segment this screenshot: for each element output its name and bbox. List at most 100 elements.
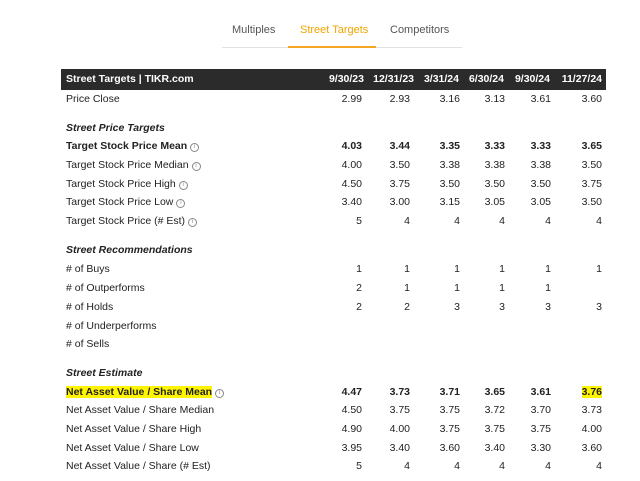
row-label-text: Net Asset Value / Share (# Est) — [66, 460, 211, 472]
table-row: Target Stock Price (# Est) i 5 4 4 4 4 4 — [0, 213, 640, 232]
table-cell: 3.05 — [530, 196, 551, 208]
info-icon[interactable]: i — [215, 389, 225, 398]
table-cell: 3.40 — [484, 442, 505, 454]
info-icon[interactable]: i — [190, 143, 200, 152]
table-cell: 3 — [499, 301, 505, 313]
table-cell: 4.90 — [341, 423, 362, 435]
row-label-text: # of Holds — [66, 301, 114, 313]
table-row: Price Close 2.99 2.93 3.16 3.13 3.61 3.60 — [0, 91, 640, 110]
table-cell: 4 — [454, 215, 460, 227]
tab-street-targets[interactable]: Street Targets — [300, 24, 368, 36]
table-row: Target Stock Price Low i 3.40 3.00 3.15 3.05 3… — [0, 194, 640, 213]
table-cell: 3.75 — [439, 423, 460, 435]
table-cell: 3.65 — [581, 140, 602, 152]
info-icon[interactable]: i — [178, 181, 188, 190]
table-cell: 3.33 — [484, 140, 505, 152]
table-cell: 4.00 — [389, 423, 410, 435]
row-label: Target Stock Price Median i — [66, 159, 201, 171]
table-cell: 2 — [404, 301, 410, 313]
highlighted-value: 3.76 — [581, 386, 602, 398]
table-cell: 3.50 — [484, 178, 505, 190]
active-tab-indicator — [288, 46, 376, 48]
table-cell: 4 — [499, 215, 505, 227]
column-header-date: 11/27/24 — [561, 73, 602, 85]
row-label: Price Close — [66, 93, 120, 105]
row-label: # of Outperforms — [66, 282, 145, 294]
table-cell: 1 — [545, 282, 551, 294]
tab-competitors[interactable]: Competitors — [390, 24, 449, 36]
column-header-date: 3/31/24 — [423, 73, 459, 85]
table-cell: 3.40 — [341, 196, 362, 208]
table-cell: 5 — [356, 215, 362, 227]
table-row: # of Outperforms 2 1 1 1 1 — [0, 280, 640, 299]
table-cell: 3.61 — [530, 386, 551, 398]
table-cell: 3.50 — [581, 159, 602, 171]
column-header-date: 9/30/23 — [328, 73, 364, 85]
table-cell: 1 — [404, 263, 410, 275]
table-row: Target Stock Price High i 4.50 3.75 3.50 3.50… — [0, 176, 640, 195]
table-cell: 2.99 — [341, 93, 362, 105]
table-cell: 1 — [499, 282, 505, 294]
table-cell: 3 — [596, 301, 602, 313]
table-cell: 3.75 — [389, 404, 410, 416]
table-cell: 4 — [404, 460, 410, 472]
table-cell: 3.15 — [439, 196, 460, 208]
table-cell: 4 — [404, 215, 410, 227]
row-label-text: Net Asset Value / Share High — [66, 423, 202, 435]
table-cell: 3.95 — [341, 442, 362, 454]
section-header: Street Price Targets — [0, 120, 640, 139]
info-icon[interactable]: i — [191, 162, 201, 171]
row-label-text: # of Buys — [66, 263, 110, 275]
info-icon[interactable]: i — [188, 218, 198, 227]
table-cell: 3.60 — [581, 93, 602, 105]
table-cell: 1 — [404, 282, 410, 294]
row-label-text: Target Stock Price (# Est) — [66, 215, 186, 227]
table-cell: 2 — [356, 282, 362, 294]
table-row: Net Asset Value / Share (# Est) 5 4 4 4 4 4 — [0, 458, 640, 477]
table-cell: 3.50 — [389, 159, 410, 171]
row-label-text: Net Asset Value / Share Mean — [66, 386, 213, 398]
table-cell: 1 — [596, 263, 602, 275]
row-label: Net Asset Value / Share (# Est) — [66, 460, 211, 472]
table-cell: 3.65 — [484, 386, 505, 398]
tab-multiples[interactable]: Multiples — [232, 24, 275, 36]
table-title: Street Targets | TIKR.com — [66, 73, 194, 85]
table-cell: 3 — [545, 301, 551, 313]
table-cell: 3.73 — [581, 404, 602, 416]
table-cell: 3.72 — [484, 404, 505, 416]
row-label-text: Price Close — [66, 93, 120, 105]
row-label-text: Street Estimate — [66, 367, 143, 379]
row-label-text: Target Stock Price High — [66, 178, 176, 190]
table-cell: 3.38 — [530, 159, 551, 171]
table-cell: 3.38 — [439, 159, 460, 171]
table-cell: 3.61 — [530, 93, 551, 105]
table-cell: 1 — [356, 263, 362, 275]
table-cell: 3.60 — [439, 442, 460, 454]
row-label: Net Asset Value / Share High — [66, 423, 201, 435]
table-cell: 3.16 — [439, 93, 460, 105]
table-cell: 4.50 — [341, 404, 362, 416]
row-label: # of Sells — [66, 338, 109, 350]
section-title: Street Price Targets — [66, 122, 165, 134]
info-icon[interactable]: i — [176, 199, 186, 208]
row-label: Target Stock Price (# Est) i — [66, 215, 198, 227]
table-row: Net Asset Value / Share Mean i 4.47 3.73 3.7… — [0, 384, 640, 403]
table-row: Net Asset Value / Share Median 4.50 3.75 3.… — [0, 402, 640, 421]
table-cell: 4 — [499, 460, 505, 472]
table-cell: 4 — [545, 460, 551, 472]
table-cell: 3.71 — [439, 386, 460, 398]
table-row: Target Stock Price Median i 4.00 3.50 3.38 3.… — [0, 157, 640, 176]
table-cell: 2 — [356, 301, 362, 313]
row-label-text: # of Sells — [66, 338, 110, 350]
table-row: Target Stock Price Mean i 4.03 3.44 3.35 3.33… — [0, 138, 640, 157]
table-cell: 4 — [545, 215, 551, 227]
row-label: # of Underperforms — [66, 320, 156, 332]
table-cell: 3.30 — [530, 442, 551, 454]
table-cell: 3.50 — [530, 178, 551, 190]
table-row: # of Holds 2 2 3 3 3 3 — [0, 299, 640, 318]
table-row: # of Underperforms — [0, 318, 640, 337]
row-label-text: # of Outperforms — [66, 282, 145, 294]
table-row: # of Sells — [0, 336, 640, 355]
table-cell: 4.00 — [341, 159, 362, 171]
table-cell: 4 — [596, 460, 602, 472]
